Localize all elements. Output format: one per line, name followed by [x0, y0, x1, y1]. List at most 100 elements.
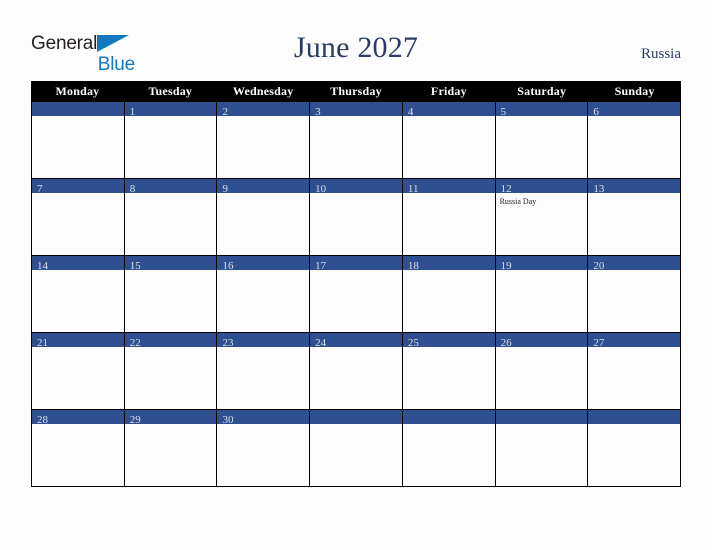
day-body — [403, 424, 495, 486]
day-cell[interactable]: 23 — [217, 333, 311, 410]
day-number-band: 18 — [402, 256, 495, 272]
day-cell[interactable]: 28 — [32, 410, 125, 487]
day-cell[interactable] — [310, 410, 403, 487]
dow-thursday: Thursday — [330, 84, 382, 98]
calendar-grid: Monday Tuesday Wednesday Thursday Friday… — [31, 81, 682, 487]
day-number-band — [402, 410, 495, 424]
day-number-band: 30 — [217, 410, 310, 426]
day-number-band: 19 — [495, 256, 588, 272]
day-number-band: 16 — [217, 256, 310, 272]
day-body — [32, 193, 124, 255]
day-cell[interactable]: 3 — [310, 102, 403, 179]
day-number-band: 21 — [32, 333, 124, 349]
week-row: 28 29 30 — [32, 410, 682, 487]
day-body — [32, 116, 124, 178]
day-number-band: 22 — [124, 333, 217, 349]
week-row: 14 15 16 17 18 19 20 — [32, 256, 682, 333]
day-body — [403, 270, 495, 332]
dow-wednesday: Wednesday — [232, 84, 294, 98]
dow-monday: Monday — [55, 84, 100, 98]
day-number-band: 5 — [495, 102, 588, 118]
day-body — [403, 193, 495, 255]
day-cell[interactable]: 30 — [217, 410, 311, 487]
day-cell[interactable]: 19 — [495, 256, 589, 333]
day-number-band: 3 — [310, 102, 402, 118]
day-cell[interactable]: 15 — [124, 256, 218, 333]
day-body: Russia Day — [496, 193, 588, 255]
day-cell[interactable]: 17 — [310, 256, 403, 333]
day-cell[interactable] — [402, 410, 496, 487]
day-number-band — [310, 410, 402, 424]
day-number-band: 24 — [310, 333, 402, 349]
day-cell[interactable]: 6 — [588, 102, 682, 179]
day-number-band: 15 — [124, 256, 217, 272]
day-body — [32, 270, 124, 332]
day-number-band — [588, 410, 681, 424]
week-row: 1 2 3 4 5 6 — [32, 102, 682, 179]
day-body — [125, 270, 217, 332]
day-cell[interactable]: 14 — [32, 256, 125, 333]
day-cell[interactable]: 22 — [124, 333, 218, 410]
day-body — [217, 116, 309, 178]
day-cell[interactable]: 8 — [124, 179, 218, 256]
day-cell[interactable]: 27 — [588, 333, 682, 410]
day-cell[interactable]: 24 — [310, 333, 403, 410]
day-body — [403, 347, 495, 409]
day-cell[interactable]: 13 — [588, 179, 682, 256]
day-number-band — [32, 102, 124, 116]
day-cell[interactable] — [588, 410, 682, 487]
day-body — [310, 116, 402, 178]
country-label: Russia — [640, 46, 681, 62]
day-cell[interactable]: 16 — [217, 256, 311, 333]
day-number-band: 25 — [402, 333, 495, 349]
dow-friday: Friday — [430, 84, 467, 98]
day-number-band: 10 — [310, 179, 402, 195]
day-number-band: 17 — [310, 256, 402, 272]
day-cell-holiday[interactable]: 12 Russia Day — [495, 179, 589, 256]
day-cell[interactable]: 10 — [310, 179, 403, 256]
day-cell[interactable]: 9 — [217, 179, 311, 256]
day-cell[interactable] — [495, 410, 589, 487]
day-cell[interactable] — [32, 102, 125, 179]
day-cell[interactable]: 7 — [32, 179, 125, 256]
day-cell[interactable]: 20 — [588, 256, 682, 333]
dow-sunday: Sunday — [614, 84, 655, 98]
week-row: 7 8 9 10 11 12 Russia Day 13 — [32, 179, 682, 256]
day-body — [496, 116, 588, 178]
day-cell[interactable]: 4 — [402, 102, 496, 179]
day-number-band: 1 — [124, 102, 217, 118]
day-body — [125, 193, 217, 255]
day-number-band: 28 — [32, 410, 124, 426]
day-body — [217, 347, 309, 409]
day-body — [310, 347, 402, 409]
day-body — [403, 116, 495, 178]
day-cell[interactable]: 18 — [402, 256, 496, 333]
day-body — [496, 424, 588, 486]
dow-saturday: Saturday — [517, 84, 567, 98]
calendar-page: General Blue June 2027 Russia Monday Tue… — [0, 0, 712, 550]
page-title: June 2027 — [293, 31, 419, 64]
day-number-band: 4 — [402, 102, 495, 118]
day-cell[interactable]: 11 — [402, 179, 496, 256]
day-body — [125, 116, 217, 178]
day-body — [496, 270, 588, 332]
day-body — [588, 347, 680, 409]
day-cell[interactable]: 25 — [402, 333, 496, 410]
day-body — [125, 347, 217, 409]
day-cell[interactable]: 26 — [495, 333, 589, 410]
day-number-band: 26 — [495, 333, 588, 349]
day-cell[interactable]: 1 — [124, 102, 218, 179]
day-number-band: 29 — [124, 410, 217, 426]
calendar-weeks: 1 2 3 4 5 6 7 8 9 10 11 12 Russia Day 13 … — [31, 101, 682, 487]
day-body — [217, 424, 309, 486]
day-number-band: 11 — [402, 179, 495, 195]
day-cell[interactable]: 21 — [32, 333, 125, 410]
day-body — [496, 347, 588, 409]
day-number-band: 27 — [588, 333, 681, 349]
day-cell[interactable]: 29 — [124, 410, 218, 487]
day-cell[interactable]: 5 — [495, 102, 589, 179]
day-body — [588, 270, 680, 332]
day-cell[interactable]: 2 — [217, 102, 311, 179]
day-body — [310, 193, 402, 255]
day-number-band: 20 — [588, 256, 681, 272]
